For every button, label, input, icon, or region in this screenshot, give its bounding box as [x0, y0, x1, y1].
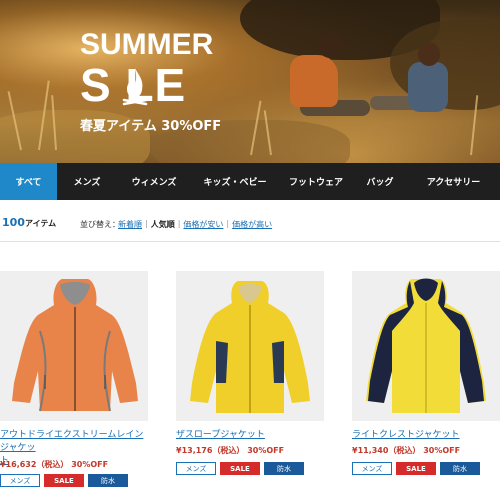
banner-title-line1: SUMMER [80, 28, 214, 61]
sort-separator: | [177, 219, 181, 228]
nav-item-womens[interactable]: ウィメンズ [117, 163, 191, 200]
tag-sale[interactable]: SALE [44, 474, 84, 487]
category-nav: すべて メンズ ウィメンズ キッズ・ベビー フットウェア バッグ アクセサリー [0, 163, 500, 200]
tag-waterproof[interactable]: 防水 [264, 462, 304, 475]
banner-title-line2: S LE [80, 59, 187, 111]
sort-separator: | [226, 219, 230, 228]
banner-title: SUMMER S LE [80, 28, 230, 111]
hiker-figure [418, 42, 440, 66]
nav-item-footwear[interactable]: フットウェア [279, 163, 353, 200]
tag-sale[interactable]: SALE [220, 462, 260, 475]
item-count: 100アイテム [2, 216, 56, 229]
sort-option-price-low[interactable]: 価格が安い [183, 219, 223, 230]
product-price: ¥11,340（税込） 30%OFF [352, 446, 461, 455]
sort-separator: | [145, 219, 148, 228]
product-name-line1: ライトクレストジャケット [352, 430, 460, 440]
product-image[interactable] [0, 271, 148, 421]
hiker-figure [408, 62, 448, 112]
sort-option-newest[interactable]: 新着順 [118, 219, 142, 230]
hiker-figure [290, 55, 338, 107]
sort-option-price-high[interactable]: 価格が高い [232, 219, 272, 230]
sort-option-popular[interactable]: 人気順 [151, 219, 175, 230]
product-tags: メンズ SALE 防水 [176, 462, 304, 475]
tag-waterproof[interactable]: 防水 [88, 474, 128, 487]
nav-item-bags[interactable]: バッグ [353, 163, 407, 200]
nav-item-accessories[interactable]: アクセサリー [407, 163, 500, 200]
nav-item-mens[interactable]: メンズ [57, 163, 117, 200]
sort-options: 新着順 | 人気順 | 価格が安い | 価格が高い [118, 219, 272, 230]
product-tags: メンズ SALE 防水 [352, 462, 480, 475]
nav-item-kids-baby[interactable]: キッズ・ベビー [191, 163, 279, 200]
jacket-image [190, 281, 310, 413]
product-tags: メンズ SALE 防水 [0, 474, 128, 487]
listing-toolbar: 100アイテム 並び替え： 新着順 | 人気順 | 価格が安い | 価格が高い [0, 214, 500, 236]
jacket-image [12, 279, 138, 412]
item-count-number: 100 [2, 216, 25, 229]
product-image[interactable] [176, 271, 324, 421]
tag-waterproof[interactable]: 防水 [440, 462, 480, 475]
product-name[interactable]: ライトクレストジャケット [352, 429, 500, 442]
banner-subtitle: 春夏アイテム 30%OFF [80, 119, 222, 134]
tag-mens[interactable]: メンズ [176, 462, 216, 475]
tag-mens[interactable]: メンズ [0, 474, 40, 487]
product-name[interactable]: ザスロープジャケット [176, 429, 326, 442]
product-price: ¥13,176（税込） 30%OFF [176, 446, 285, 455]
item-count-unit: アイテム [24, 219, 57, 228]
hiker-figure [318, 32, 342, 58]
product-name-line1: アウトドライエクストリームレインジャケッ [0, 430, 144, 453]
jacket-image [366, 278, 486, 413]
product-price: ¥16,632（税込） 30%OFF [0, 460, 109, 469]
sort-label: 並び替え： [80, 220, 120, 229]
product-name-line1: ザスロープジャケット [176, 430, 265, 440]
tag-mens[interactable]: メンズ [352, 462, 392, 475]
hero-banner[interactable]: SUMMER S LE 春夏アイテム 30%OFF [0, 0, 500, 163]
nav-item-all[interactable]: すべて [0, 163, 57, 200]
divider [0, 241, 500, 242]
campfire-icon [122, 68, 148, 106]
product-image[interactable] [352, 271, 500, 421]
tag-sale[interactable]: SALE [396, 462, 436, 475]
